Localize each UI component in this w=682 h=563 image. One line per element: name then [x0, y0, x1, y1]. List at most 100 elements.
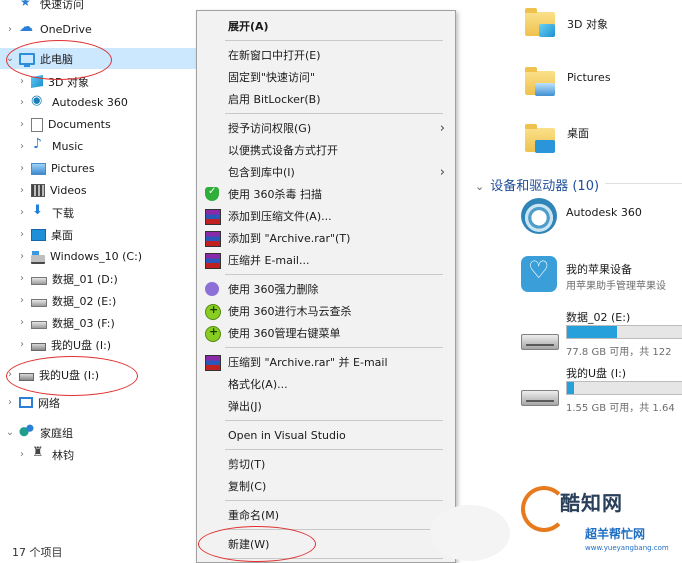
menu-item[interactable]: 新建(W)	[197, 533, 455, 555]
menu-item[interactable]: 使用 360进行木马云查杀	[197, 300, 455, 322]
menu-item-label: 添加到压缩文件(A)...	[228, 210, 332, 223]
nav-item[interactable]: ⌄ 此电脑	[0, 48, 200, 69]
nav-item[interactable]: › 我的U盘 (I:)	[0, 334, 212, 355]
menu-item[interactable]: 以便携式设备方式打开	[197, 139, 455, 161]
apple-device-icon[interactable]	[521, 256, 557, 292]
chevron-right-icon[interactable]: ›	[4, 397, 16, 408]
menu-item[interactable]: 压缩到 "Archive.rar" 并 E-mail	[197, 351, 455, 373]
watermark-url: www.yueyangbang.com	[585, 544, 669, 552]
nav-item[interactable]: › Windows_10 (C:)	[0, 246, 212, 267]
nav-item[interactable]: › Videos	[0, 180, 212, 201]
menu-item[interactable]: 弹出(J)	[197, 395, 455, 417]
menu-item[interactable]: 剪切(T)	[197, 453, 455, 475]
menu-item[interactable]: 压缩并 E-mail...	[197, 249, 455, 271]
chevron-down-icon[interactable]: ⌄	[4, 427, 16, 438]
nav-item[interactable]: › 网络	[0, 392, 200, 413]
menu-item[interactable]: Open in Visual Studio	[197, 424, 455, 446]
menu-item[interactable]: 使用 360强力删除	[197, 278, 455, 300]
nav-item[interactable]: › Music	[0, 136, 212, 157]
nav-item[interactable]: › 下载	[0, 202, 212, 223]
chevron-right-icon[interactable]: ›	[16, 76, 28, 87]
device-free-space: 77.8 GB 可用，共 122	[566, 347, 672, 358]
folder-pictures-icon[interactable]	[525, 67, 555, 96]
nav-item[interactable]: › 桌面	[0, 224, 212, 245]
folder-label[interactable]: 桌面	[567, 125, 589, 141]
nav-item[interactable]: › Autodesk 360	[0, 92, 212, 113]
menu-item[interactable]: 展开(A)	[197, 15, 455, 37]
menu-item[interactable]: 添加到压缩文件(A)...	[197, 205, 455, 227]
devices-section-header[interactable]: ⌄ 设备和驱动器 (10)	[475, 175, 599, 194]
nav-item[interactable]: 快速访问	[0, 0, 200, 14]
nav-item[interactable]: › 林钧	[0, 444, 212, 465]
nav-item[interactable]: › 数据_01 (D:)	[0, 268, 212, 289]
homegroup-icon	[19, 424, 35, 440]
nav-item[interactable]: › 我的U盘 (I:)	[0, 364, 200, 385]
menu-item[interactable]: 格式化(A)...	[197, 373, 455, 395]
cube-3d-icon	[31, 74, 43, 89]
chevron-right-icon[interactable]: ›	[16, 141, 28, 152]
folder-3d-objects-icon[interactable]	[525, 8, 555, 37]
drive-icon[interactable]	[521, 334, 559, 350]
chevron-right-icon[interactable]: ›	[16, 185, 28, 196]
device-name[interactable]: 我的U盘 (I:)	[566, 365, 626, 381]
chevron-right-icon[interactable]: ›	[4, 24, 16, 35]
menu-item[interactable]: 固定到"快速访问"	[197, 66, 455, 88]
menu-item[interactable]: 使用 360杀毒 扫描	[197, 183, 455, 205]
chevron-right-icon[interactable]: ›	[16, 339, 28, 350]
drive-icon	[31, 321, 47, 329]
chevron-right-icon[interactable]: ›	[16, 97, 28, 108]
chevron-right-icon[interactable]: ›	[4, 369, 16, 380]
menu-item-label: 压缩到 "Archive.rar" 并 E-mail	[228, 356, 388, 369]
menu-item-label: 压缩并 E-mail...	[228, 254, 310, 267]
chevron-down-icon[interactable]: ⌄	[4, 53, 16, 64]
device-name[interactable]: 数据_02 (E:)	[566, 309, 630, 325]
nav-item[interactable]: › Documents	[0, 114, 212, 135]
chevron-right-icon[interactable]: ›	[16, 163, 28, 174]
autodesk-icon	[31, 93, 47, 110]
nav-item[interactable]: › 3D 对象	[0, 71, 212, 92]
device-free-space: 1.55 GB 可用，共 1.64	[566, 403, 675, 414]
chevron-right-icon[interactable]: ›	[16, 295, 28, 306]
device-name[interactable]: Autodesk 360	[566, 206, 642, 219]
chevron-right-icon[interactable]: ›	[16, 449, 28, 460]
folder-label[interactable]: 3D 对象	[567, 16, 608, 32]
nav-item-label: Windows_10 (C:)	[50, 250, 143, 263]
nav-item-label: 3D 对象	[48, 75, 89, 89]
nav-item-label: 数据_02 (E:)	[52, 294, 117, 308]
nav-item[interactable]: › Pictures	[0, 158, 212, 179]
menu-item[interactable]: 使用 360管理右键菜单	[197, 322, 455, 344]
menu-item[interactable]: 在新窗口中打开(E)	[197, 44, 455, 66]
nav-item[interactable]: › 数据_02 (E:)	[0, 290, 212, 311]
folder-label[interactable]: Pictures	[567, 71, 611, 84]
menu-item-label: 固定到"快速访问"	[228, 71, 316, 84]
cloud-icon	[19, 19, 35, 37]
menu-item[interactable]: 重命名(M)	[197, 504, 455, 526]
usb-drive-icon[interactable]	[521, 390, 559, 406]
autodesk-360-logo-icon[interactable]	[521, 198, 557, 234]
chevron-right-icon[interactable]: ›	[16, 273, 28, 284]
chevron-right-icon[interactable]: ›	[16, 251, 28, 262]
menu-item[interactable]: 授予访问权限(G) ›	[197, 117, 455, 139]
menu-item[interactable]: 添加到 "Archive.rar"(T)	[197, 227, 455, 249]
menu-item[interactable]: 启用 BitLocker(B)	[197, 88, 455, 110]
menu-item-label: 在新窗口中打开(E)	[228, 49, 321, 62]
nav-item[interactable]: › 数据_03 (F:)	[0, 312, 212, 333]
menu-item-label: 添加到 "Archive.rar"(T)	[228, 232, 351, 245]
chevron-right-icon[interactable]: ›	[16, 119, 28, 130]
folder-desktop-icon[interactable]	[525, 124, 555, 153]
network-icon	[19, 397, 33, 408]
chevron-right-icon[interactable]: ›	[16, 229, 28, 240]
chevron-right-icon[interactable]: ›	[16, 207, 28, 218]
device-name[interactable]: 我的苹果设备	[566, 261, 632, 277]
windows-drive-icon	[31, 250, 45, 264]
shield-icon	[205, 186, 219, 201]
winrar-icon	[205, 209, 221, 225]
menu-item[interactable]: 包含到库中(I) ›	[197, 161, 455, 183]
nav-item-label: 家庭组	[40, 426, 73, 440]
nav-item[interactable]: › OneDrive	[0, 19, 200, 40]
menu-item[interactable]: 复制(C)	[197, 475, 455, 497]
menu-separator	[225, 420, 443, 421]
chevron-right-icon[interactable]: ›	[16, 317, 28, 328]
menu-separator	[225, 40, 443, 41]
nav-item[interactable]: ⌄ 家庭组	[0, 422, 200, 443]
